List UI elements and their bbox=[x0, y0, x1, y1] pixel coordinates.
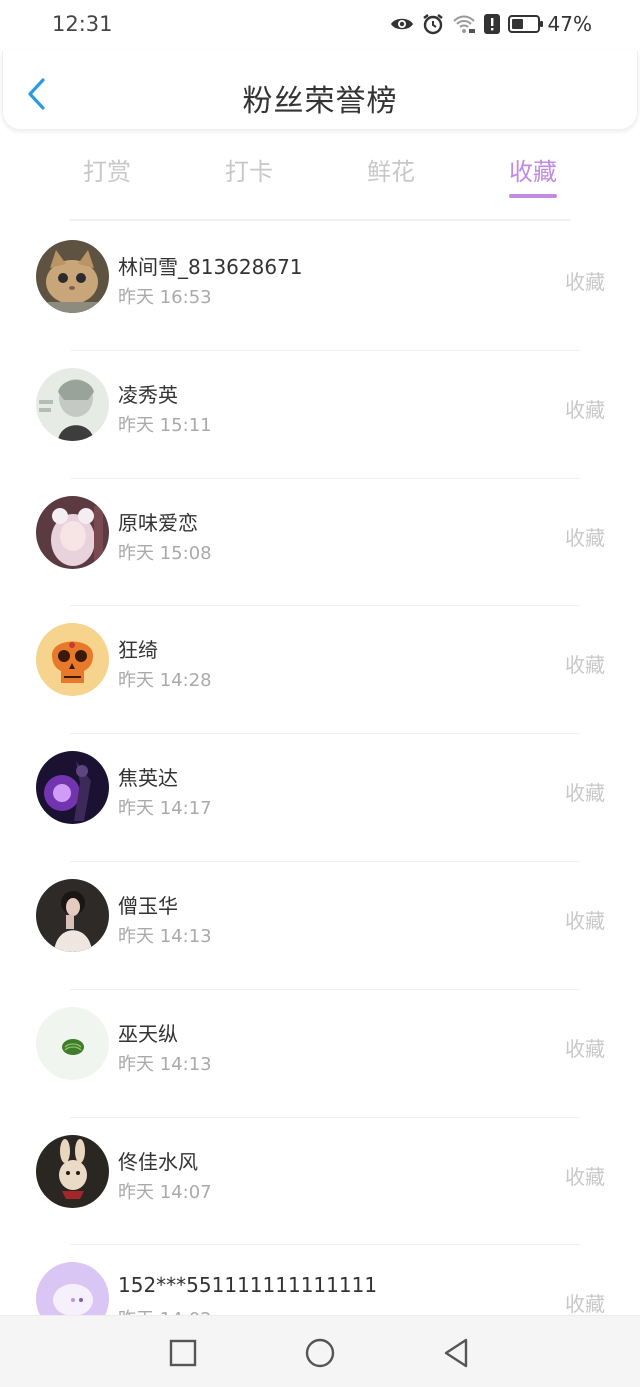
user-name: 152***551111111111111 bbox=[118, 1273, 378, 1298]
recent-apps-icon bbox=[169, 1339, 197, 1367]
list-item[interactable]: 焦英达 昨天 14:17 收藏 bbox=[0, 733, 640, 861]
user-time: 昨天 15:11 bbox=[118, 414, 212, 436]
home-icon bbox=[305, 1338, 335, 1368]
alarm-icon bbox=[422, 13, 444, 35]
action-label: 收藏 bbox=[565, 525, 605, 550]
action-label: 收藏 bbox=[565, 1164, 605, 1189]
user-name: 林间雪_813628671 bbox=[118, 255, 303, 279]
list-item[interactable]: 林间雪_813628671 昨天 16:53 收藏 bbox=[0, 222, 640, 350]
user-time: 昨天 16:53 bbox=[118, 287, 212, 308]
list-item[interactable]: 巫天纵 昨天 14:13 收藏 bbox=[0, 988, 640, 1117]
user-time: 昨天 14:02 bbox=[118, 1305, 212, 1315]
user-name: 巫天纵 bbox=[118, 1021, 178, 1046]
user-name: 佟佳水风 bbox=[118, 1149, 198, 1174]
user-name: 凌秀英 bbox=[118, 382, 178, 407]
home-button[interactable] bbox=[303, 1336, 337, 1370]
user-time: 昨天 14:13 bbox=[118, 1053, 212, 1075]
watermelon-avatar[interactable] bbox=[36, 1006, 109, 1080]
battery-icon bbox=[507, 15, 543, 33]
nav-back-button[interactable] bbox=[440, 1336, 474, 1370]
user-time: 昨天 14:13 bbox=[118, 925, 212, 947]
list-item[interactable]: 152***551111111111111 昨天 14:02 收藏 bbox=[0, 1244, 640, 1315]
action-label: 收藏 bbox=[565, 781, 605, 806]
page-title: 粉丝荣誉榜 bbox=[242, 84, 398, 119]
list-item[interactable]: 原味爱恋 昨天 15:08 收藏 bbox=[0, 477, 640, 606]
back-icon bbox=[444, 1338, 468, 1368]
action-label: 收藏 bbox=[565, 397, 605, 422]
user-name: 原味爱恋 bbox=[118, 510, 198, 535]
system-nav-bar bbox=[0, 1315, 640, 1387]
tab-reward[interactable]: 打赏 bbox=[36, 140, 178, 216]
status-icons: 47% bbox=[390, 12, 592, 36]
status-time: 12:31 bbox=[52, 12, 113, 36]
tab-flowers[interactable]: 鲜花 bbox=[320, 140, 462, 216]
action-label: 收藏 bbox=[565, 908, 605, 933]
user-name: 焦英达 bbox=[118, 766, 178, 791]
action-label: 收藏 bbox=[565, 270, 605, 294]
header-bar: 粉丝荣誉榜 bbox=[2, 50, 638, 130]
anime-girl-avatar[interactable] bbox=[36, 495, 109, 569]
list-item[interactable]: 凌秀英 昨天 15:11 收藏 bbox=[0, 349, 640, 478]
status-bar: 12:31 47% bbox=[0, 0, 640, 50]
alert-icon bbox=[483, 14, 500, 34]
tab-bar: 打赏 打卡 鲜花 收藏 bbox=[36, 140, 604, 216]
user-time: 昨天 14:28 bbox=[118, 670, 212, 692]
user-time: 昨天 14:07 bbox=[118, 1181, 212, 1203]
sketch-avatar[interactable] bbox=[36, 367, 109, 441]
action-label: 收藏 bbox=[565, 653, 605, 678]
rabbit-avatar[interactable] bbox=[36, 1134, 109, 1208]
user-name: 狂绮 bbox=[118, 638, 158, 663]
user-time: 昨天 14:17 bbox=[118, 798, 212, 820]
purple-character-avatar[interactable] bbox=[36, 751, 109, 825]
wifi-icon bbox=[452, 14, 476, 34]
list-item[interactable]: 僧玉华 昨天 14:13 收藏 bbox=[0, 860, 640, 989]
user-name: 僧玉华 bbox=[118, 893, 178, 918]
action-label: 收藏 bbox=[565, 1292, 605, 1315]
tab-checkin[interactable]: 打卡 bbox=[178, 140, 320, 216]
action-label: 收藏 bbox=[565, 1036, 605, 1061]
cat-avatar[interactable] bbox=[36, 240, 109, 313]
default-avatar[interactable] bbox=[36, 1262, 109, 1315]
tabs-divider bbox=[70, 219, 570, 221]
list-item[interactable]: 狂绮 昨天 14:28 收藏 bbox=[0, 605, 640, 733]
user-time: 昨天 15:08 bbox=[118, 542, 212, 564]
skull-avatar[interactable] bbox=[36, 623, 109, 697]
battery-percent: 47% bbox=[547, 12, 592, 36]
fan-list: 林间雪_813628671 昨天 16:53 收藏 凌秀英 昨天 15:11 收… bbox=[0, 222, 640, 1315]
recent-apps-button[interactable] bbox=[166, 1336, 200, 1370]
person-avatar[interactable] bbox=[36, 878, 109, 952]
eye-icon bbox=[390, 16, 414, 32]
tab-favorites[interactable]: 收藏 bbox=[462, 140, 604, 216]
list-item[interactable]: 佟佳水风 昨天 14:07 收藏 bbox=[0, 1116, 640, 1245]
